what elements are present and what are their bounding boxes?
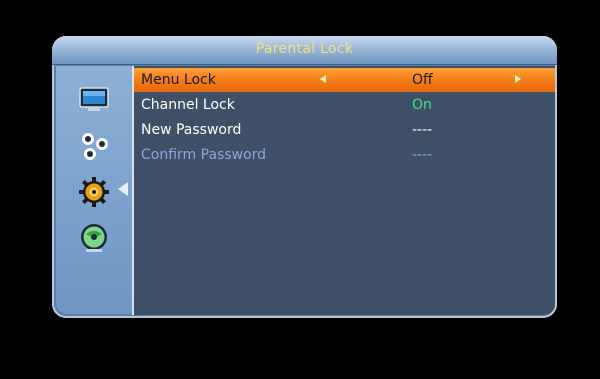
title-bar: Parental Lock bbox=[52, 36, 557, 65]
satellite-dishes-icon[interactable] bbox=[78, 130, 110, 162]
settings-list: Menu Lock Off Channel Lock On New Passwo… bbox=[132, 66, 555, 315]
arrow-left-icon[interactable] bbox=[320, 75, 326, 83]
globe-icon[interactable] bbox=[78, 222, 110, 254]
tv-monitor-icon[interactable] bbox=[78, 84, 110, 116]
tv-screen: Parental Lock Menu Lock Off Channel Lock… bbox=[0, 0, 600, 379]
row-label: New Password bbox=[141, 122, 242, 138]
parental-lock-panel: Parental Lock Menu Lock Off Channel Lock… bbox=[52, 36, 557, 318]
arrow-right-icon[interactable] bbox=[515, 75, 521, 83]
page-title: Parental Lock bbox=[255, 41, 354, 57]
active-category-pointer-icon bbox=[118, 182, 128, 196]
confirm-password-row: Confirm Password ---- bbox=[134, 143, 555, 167]
new-password-row[interactable]: New Password ---- bbox=[134, 118, 555, 142]
gear-icon[interactable] bbox=[78, 176, 110, 208]
row-label: Channel Lock bbox=[141, 97, 235, 113]
row-value: Off bbox=[412, 72, 433, 88]
channel-lock-row[interactable]: Channel Lock On bbox=[134, 93, 555, 117]
row-label: Confirm Password bbox=[141, 147, 267, 163]
row-value: ---- bbox=[412, 122, 433, 138]
row-value: On bbox=[412, 97, 432, 113]
row-value: ---- bbox=[412, 147, 433, 163]
row-label: Menu Lock bbox=[141, 72, 216, 88]
menu-lock-row[interactable]: Menu Lock Off bbox=[134, 68, 555, 92]
